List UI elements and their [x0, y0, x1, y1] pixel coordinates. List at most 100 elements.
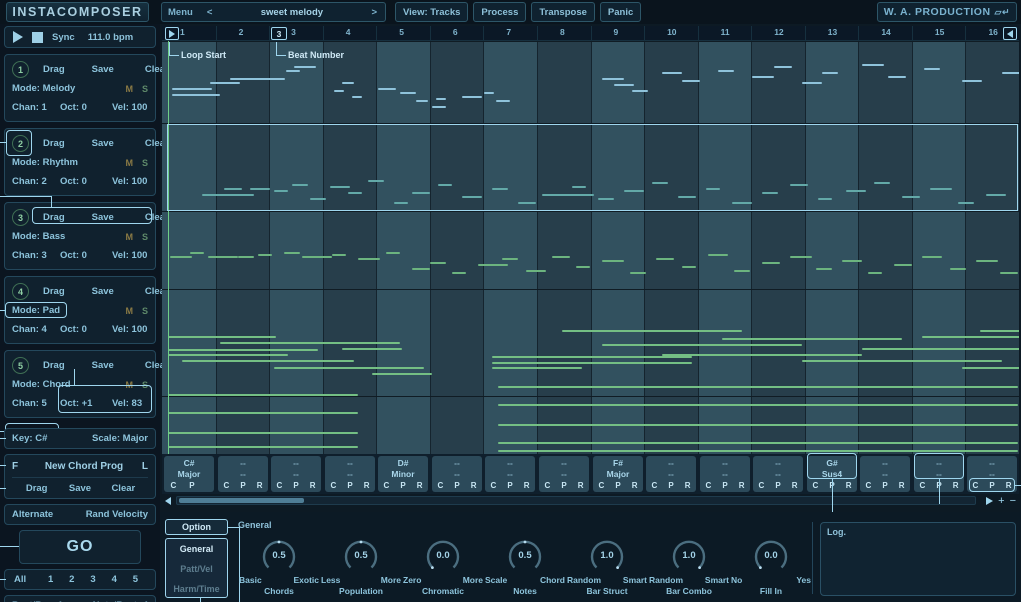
midi-note[interactable] — [498, 442, 1018, 444]
chord-quality[interactable]: -- — [860, 469, 910, 480]
midi-note[interactable] — [924, 68, 940, 70]
midi-note[interactable] — [816, 268, 832, 270]
midi-note[interactable] — [220, 342, 400, 344]
part-4-button[interactable]: 4 — [104, 574, 125, 585]
chord-copy-button[interactable]: C — [759, 481, 765, 490]
tab-general[interactable]: General — [166, 539, 227, 559]
midi-note[interactable] — [802, 82, 822, 84]
zoom-in-icon[interactable]: + — [998, 495, 1004, 507]
track-3-save-button[interactable]: Save — [92, 212, 114, 223]
midi-note[interactable] — [478, 264, 508, 266]
chord-quality[interactable]: -- — [539, 469, 589, 480]
scale-value[interactable]: Scale: Major — [92, 433, 148, 444]
midi-note[interactable] — [502, 258, 518, 260]
midi-note[interactable] — [334, 90, 344, 92]
grid-bar-cell[interactable] — [323, 41, 377, 454]
part-3-button[interactable]: 3 — [82, 574, 103, 585]
track-2-channel[interactable]: Chan: 2 — [12, 176, 60, 187]
track-4-channel[interactable]: Chan: 4 — [12, 324, 60, 335]
chord-slot[interactable]: ----CPR — [432, 456, 482, 492]
chord-slot[interactable]: ----CPR — [967, 456, 1017, 492]
prog-drag-button[interactable]: Drag — [15, 483, 58, 494]
midi-note[interactable] — [802, 360, 1002, 362]
chord-slot[interactable]: ----CPR — [700, 456, 750, 492]
chord-root[interactable]: -- — [271, 456, 321, 469]
chord-copy-button[interactable]: C — [599, 481, 605, 490]
chord-slot[interactable]: ----CPR — [539, 456, 589, 492]
knob-dial[interactable]: 0.0 — [423, 537, 463, 577]
track-2-mode[interactable]: Mode: Rhythm — [12, 157, 78, 168]
beat-number-field[interactable]: 3 — [271, 27, 287, 40]
midi-note[interactable] — [436, 98, 446, 100]
midi-note[interactable] — [734, 270, 750, 272]
midi-note[interactable] — [598, 198, 614, 200]
track-3-octave[interactable]: Oct: 0 — [60, 250, 112, 261]
chord-random-button[interactable]: R — [471, 481, 477, 490]
chord-root[interactable]: F# — [593, 456, 643, 469]
knob-dial[interactable]: 0.5 — [505, 537, 545, 577]
midi-note[interactable] — [962, 367, 1019, 369]
stop-icon[interactable] — [32, 31, 43, 43]
track-1-drag-button[interactable]: Drag — [43, 64, 65, 75]
prog-l-button[interactable]: L — [134, 461, 148, 472]
grid-bar-cell[interactable] — [858, 41, 912, 454]
chord-random-button[interactable]: R — [524, 481, 530, 490]
ruler-collapse-icon[interactable] — [1003, 27, 1017, 40]
midi-note[interactable] — [412, 268, 430, 270]
chord-copy-button[interactable]: C — [706, 481, 712, 490]
track-5-mode[interactable]: Mode: Chord — [12, 379, 71, 390]
track-2-velocity[interactable]: Vel: 100 — [112, 176, 147, 187]
chord-root[interactable]: -- — [967, 456, 1017, 469]
chord-random-button[interactable]: R — [364, 481, 370, 490]
midi-note[interactable] — [352, 96, 362, 98]
midi-note[interactable] — [368, 180, 384, 182]
track-2-solo-button[interactable]: S — [142, 158, 148, 168]
chord-root[interactable]: D# — [378, 456, 428, 469]
midi-note[interactable] — [678, 196, 696, 198]
track-4-solo-button[interactable]: S — [142, 306, 148, 316]
track-2-save-button[interactable]: Save — [92, 138, 114, 149]
grid-bar-cell[interactable] — [376, 41, 430, 454]
midi-note[interactable] — [762, 192, 778, 194]
knob-dial[interactable]: 1.0 — [669, 537, 709, 577]
option-button[interactable]: Option — [165, 519, 228, 535]
midi-note[interactable] — [576, 266, 590, 268]
preset-prev-button[interactable]: < — [193, 7, 213, 18]
ruler-play-icon[interactable] — [165, 27, 179, 40]
track-4-mode[interactable]: Mode: Pad — [12, 305, 60, 316]
midi-note[interactable] — [902, 196, 920, 198]
chord-paste-button[interactable]: P — [615, 481, 620, 490]
chord-slot[interactable]: C# Major C P — [164, 456, 214, 492]
chord-root[interactable]: -- — [432, 456, 482, 469]
midi-note[interactable] — [274, 367, 424, 369]
midi-note[interactable] — [526, 270, 546, 272]
midi-note[interactable] — [438, 184, 452, 186]
midi-note[interactable] — [394, 202, 408, 204]
track-3-mute-button[interactable]: M — [125, 232, 133, 242]
chord-copy-button[interactable]: C — [277, 481, 283, 490]
midi-note[interactable] — [168, 432, 358, 434]
chord-paste-button[interactable]: P — [507, 481, 512, 490]
knob-population[interactable]: 0.5 Less More Population — [320, 537, 402, 596]
midi-note[interactable] — [818, 198, 832, 200]
view-tracks-button[interactable]: View: Tracks — [395, 2, 469, 22]
knob-dial[interactable]: 0.0 — [751, 537, 791, 577]
track-5-octave[interactable]: Oct: +1 — [60, 398, 112, 409]
chord-copy-button[interactable]: C — [652, 481, 658, 490]
chord-paste-button[interactable]: P — [189, 481, 194, 490]
track-2-drag-button[interactable]: Drag — [43, 138, 65, 149]
grid-bar-cell[interactable] — [805, 41, 859, 454]
playhead[interactable] — [168, 41, 169, 454]
midi-note[interactable] — [498, 424, 1018, 426]
bpm-value[interactable]: 111.0 bpm — [88, 32, 133, 43]
midi-note[interactable] — [332, 254, 346, 256]
chord-paste-button[interactable]: P — [989, 481, 994, 490]
knob-dial[interactable]: 1.0 — [587, 537, 627, 577]
chord-quality[interactable]: -- — [646, 469, 696, 480]
midi-note[interactable] — [930, 188, 952, 190]
prog-clear-button[interactable]: Clear — [102, 483, 145, 494]
chord-paste-button[interactable]: P — [400, 481, 405, 490]
chord-copy-button[interactable]: C — [545, 481, 551, 490]
menu-button[interactable]: Menu — [162, 7, 193, 18]
vendor-logo[interactable]: W. A. PRODUCTION ▱↵ — [876, 2, 1017, 22]
